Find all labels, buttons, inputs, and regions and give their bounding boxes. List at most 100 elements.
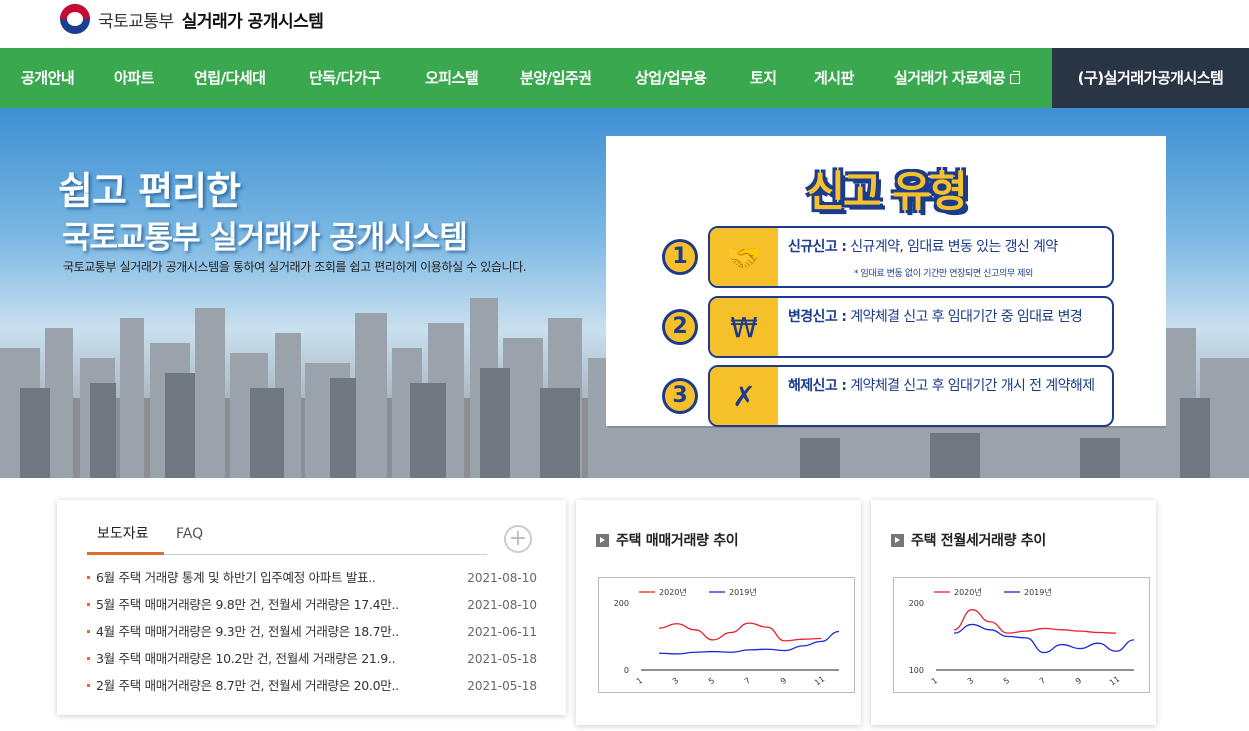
external-link-icon	[1010, 71, 1021, 84]
site-logo[interactable]: 국토교통부 실거래가 공개시스템	[60, 4, 324, 34]
nav-item-board[interactable]: 게시판	[814, 48, 854, 108]
news-date: 2021-08-10	[467, 598, 537, 612]
report-type-number: 2	[662, 309, 698, 345]
legend-label: 2020년	[659, 587, 687, 597]
sale-chart-heading[interactable]: 주택 매매거래량 추이	[596, 530, 739, 550]
plus-icon[interactable]: +	[504, 525, 532, 553]
report-type-box: ₩ 변경신고 : 계약체결 신고 후 임대기간 중 임대료 변경	[708, 296, 1114, 358]
x-tick-label: 5	[1002, 676, 1011, 686]
sale-chart[interactable]: 200 0 1 3 5 7 9 11 2020년 2019년	[598, 577, 855, 693]
news-date: 2021-05-18	[467, 679, 537, 693]
header: 국토교통부 실거래가 공개시스템	[0, 0, 1249, 48]
x-tick-label: 1	[930, 676, 939, 686]
sale-chart-panel: 주택 매매거래량 추이 200 0 1 3 5 7 9 11 2020년 2019년	[576, 500, 861, 725]
list-item[interactable]: 4월 주택 매매거래량은 9.3만 건, 전월세 거래량은 18.7만.. 20…	[87, 623, 537, 650]
rent-chart-panel: 주택 전월세거래량 추이 200 100 1 3 5 7 9 11 2020년 2019년	[871, 500, 1156, 725]
nav-item-data-provision-label: 실거래가 자료제공	[894, 69, 1006, 87]
report-type-new: 1 🤝 신규신고 : 신규계약, 임대료 변동 있는 갱신 계약 * 임대료 변…	[662, 226, 1114, 288]
hero-description: 국토교통부 실거래가 공개시스템을 통하여 실거래가 조회를 쉽고 편리하게 이…	[63, 260, 527, 274]
report-type-box: 🤝 신규신고 : 신규계약, 임대료 변동 있는 갱신 계약 * 임대료 변동 …	[708, 226, 1114, 288]
list-item[interactable]: 3월 주택 매매거래량은 10.2만 건, 전월세 거래량은 21.9.. 20…	[87, 650, 537, 677]
bullet-icon	[87, 657, 90, 660]
nav-item-detached[interactable]: 단독/다가구	[309, 48, 381, 108]
rent-chart-heading[interactable]: 주택 전월세거래량 추이	[891, 530, 1046, 550]
report-type-desc: 계약체결 신고 후 임대기간 개시 전 계약해제	[850, 378, 1095, 394]
nav-item-officetel[interactable]: 오피스텔	[425, 48, 479, 108]
nav-item-commercial[interactable]: 상업/업무용	[635, 48, 707, 108]
legend-label: 2020년	[954, 587, 982, 597]
x-tick-label: 11	[813, 674, 827, 687]
x-tick-label: 7	[743, 676, 752, 686]
rent-chart-title: 주택 전월세거래량 추이	[911, 533, 1046, 549]
sale-chart-title: 주택 매매거래량 추이	[616, 533, 739, 549]
handshake-icon: 🤝	[710, 228, 778, 286]
report-type-name: 변경신고 :	[788, 309, 847, 325]
report-type-name: 신규신고 :	[788, 239, 847, 255]
rent-chart[interactable]: 200 100 1 3 5 7 9 11 2020년 2019년	[893, 577, 1150, 693]
report-type-change: 2 ₩ 변경신고 : 계약체결 신고 후 임대기간 중 임대료 변경	[662, 296, 1114, 358]
news-date: 2021-05-18	[467, 652, 537, 666]
news-title[interactable]: 2월 주택 매매거래량은 8.7만 건, 전월세 거래량은 20.0만..	[96, 677, 432, 695]
hero-subtitle: 국토교통부 실거래가 공개시스템	[62, 220, 468, 256]
legend-label: 2019년	[1024, 587, 1052, 597]
x-tick-label: 5	[707, 676, 716, 686]
news-date: 2021-06-11	[467, 625, 537, 639]
legend-label: 2019년	[729, 587, 757, 597]
x-tick-label: 3	[671, 676, 680, 686]
hero-title: 쉽고 편리한	[58, 169, 241, 213]
list-item[interactable]: 2월 주택 매매거래량은 8.7만 건, 전월세 거래량은 20.0만.. 20…	[87, 677, 537, 704]
report-type-box: ✗ 해제신고 : 계약체결 신고 후 임대기간 개시 전 계약해제	[708, 365, 1114, 427]
report-type-desc: 신규계약, 임대료 변동 있는 갱신 계약	[850, 239, 1058, 255]
report-type-cancel: 3 ✗ 해제신고 : 계약체결 신고 후 임대기간 개시 전 계약해제	[662, 365, 1114, 427]
report-type-note: * 임대료 변동 없이 기간만 연장되면 신고의무 제외	[854, 269, 1033, 279]
news-title[interactable]: 3월 주택 매매거래량은 10.2만 건, 전월세 거래량은 21.9..	[96, 650, 432, 668]
report-type-text: 신규신고 : 신규계약, 임대료 변동 있는 갱신 계약	[788, 238, 1104, 257]
y-tick-label: 0	[624, 666, 629, 675]
news-list: 6월 주택 거래량 통계 및 하반기 입주예정 아파트 발표.. 2021-08…	[87, 569, 537, 704]
bullet-icon	[87, 576, 90, 579]
report-types-title: 신고 유형	[806, 167, 967, 216]
y-tick-label: 100	[909, 666, 924, 675]
report-type-text: 변경신고 : 계약체결 신고 후 임대기간 중 임대료 변경	[788, 308, 1104, 327]
report-type-number: 3	[662, 378, 698, 414]
list-item[interactable]: 6월 주택 거래량 통계 및 하반기 입주예정 아파트 발표.. 2021-08…	[87, 569, 537, 596]
report-type-number: 1	[662, 239, 698, 275]
x-tick-label: 11	[1108, 674, 1122, 687]
x-tick-label: 9	[779, 676, 788, 686]
x-tick-label: 7	[1038, 676, 1047, 686]
government-emblem-icon	[60, 4, 90, 34]
arrow-right-icon	[891, 533, 904, 547]
logo-ministry: 국토교통부	[98, 11, 174, 32]
y-tick-label: 200	[909, 599, 924, 608]
news-title[interactable]: 6월 주택 거래량 통계 및 하반기 입주예정 아파트 발표..	[96, 569, 432, 587]
x-tick-label: 3	[966, 676, 975, 686]
report-type-desc: 계약체결 신고 후 임대기간 중 임대료 변경	[850, 309, 1083, 325]
main-nav: 공개안내 아파트 연립/다세대 단독/다가구 오피스텔 분양/입주권 상업/업무…	[0, 48, 1249, 108]
y-tick-label: 200	[614, 599, 629, 608]
bullet-icon	[87, 684, 90, 687]
news-title[interactable]: 4월 주택 매매거래량은 9.3만 건, 전월세 거래량은 18.7만..	[96, 623, 432, 641]
nav-item-info[interactable]: 공개안내	[21, 48, 75, 108]
news-tabs: 보도자료 FAQ	[87, 524, 487, 555]
nav-item-apartment[interactable]: 아파트	[114, 48, 154, 108]
news-title[interactable]: 5월 주택 매매거래량은 9.8만 건, 전월세 거래량은 17.4만..	[96, 596, 432, 614]
money-bag-icon: ₩	[710, 298, 778, 356]
report-types-banner[interactable]: 신고 유형 1 🤝 신규신고 : 신규계약, 임대료 변동 있는 갱신 계약 *…	[606, 136, 1166, 427]
sale-chart-svg: 200 01 3 5 7 9 11 2020년 2019년	[614, 587, 840, 688]
legacy-system-link[interactable]: (구)실거래가공개시스템	[1052, 48, 1249, 108]
tab-faq[interactable]: FAQ	[176, 524, 203, 544]
tab-press-release[interactable]: 보도자료	[87, 524, 164, 555]
nav-item-row-house[interactable]: 연립/다세대	[194, 48, 266, 108]
list-item[interactable]: 5월 주택 매매거래량은 9.8만 건, 전월세 거래량은 17.4만.. 20…	[87, 596, 537, 623]
x-tick-label: 1	[635, 676, 644, 686]
nav-item-land[interactable]: 토지	[750, 48, 777, 108]
rent-chart-svg: 200 100 1 3 5 7 9 11 2020년 2019년	[909, 587, 1135, 688]
news-panel: 보도자료 FAQ + 6월 주택 거래량 통계 및 하반기 입주예정 아파트 발…	[57, 500, 566, 715]
nav-item-data-provision[interactable]: 실거래가 자료제공	[894, 48, 1021, 108]
bullet-icon	[87, 603, 90, 606]
series-line-a	[658, 622, 822, 642]
bullet-icon	[87, 630, 90, 633]
nav-item-presale[interactable]: 분양/입주권	[520, 48, 592, 108]
arrow-right-icon	[596, 533, 609, 547]
cancel-document-icon: ✗	[710, 367, 778, 425]
